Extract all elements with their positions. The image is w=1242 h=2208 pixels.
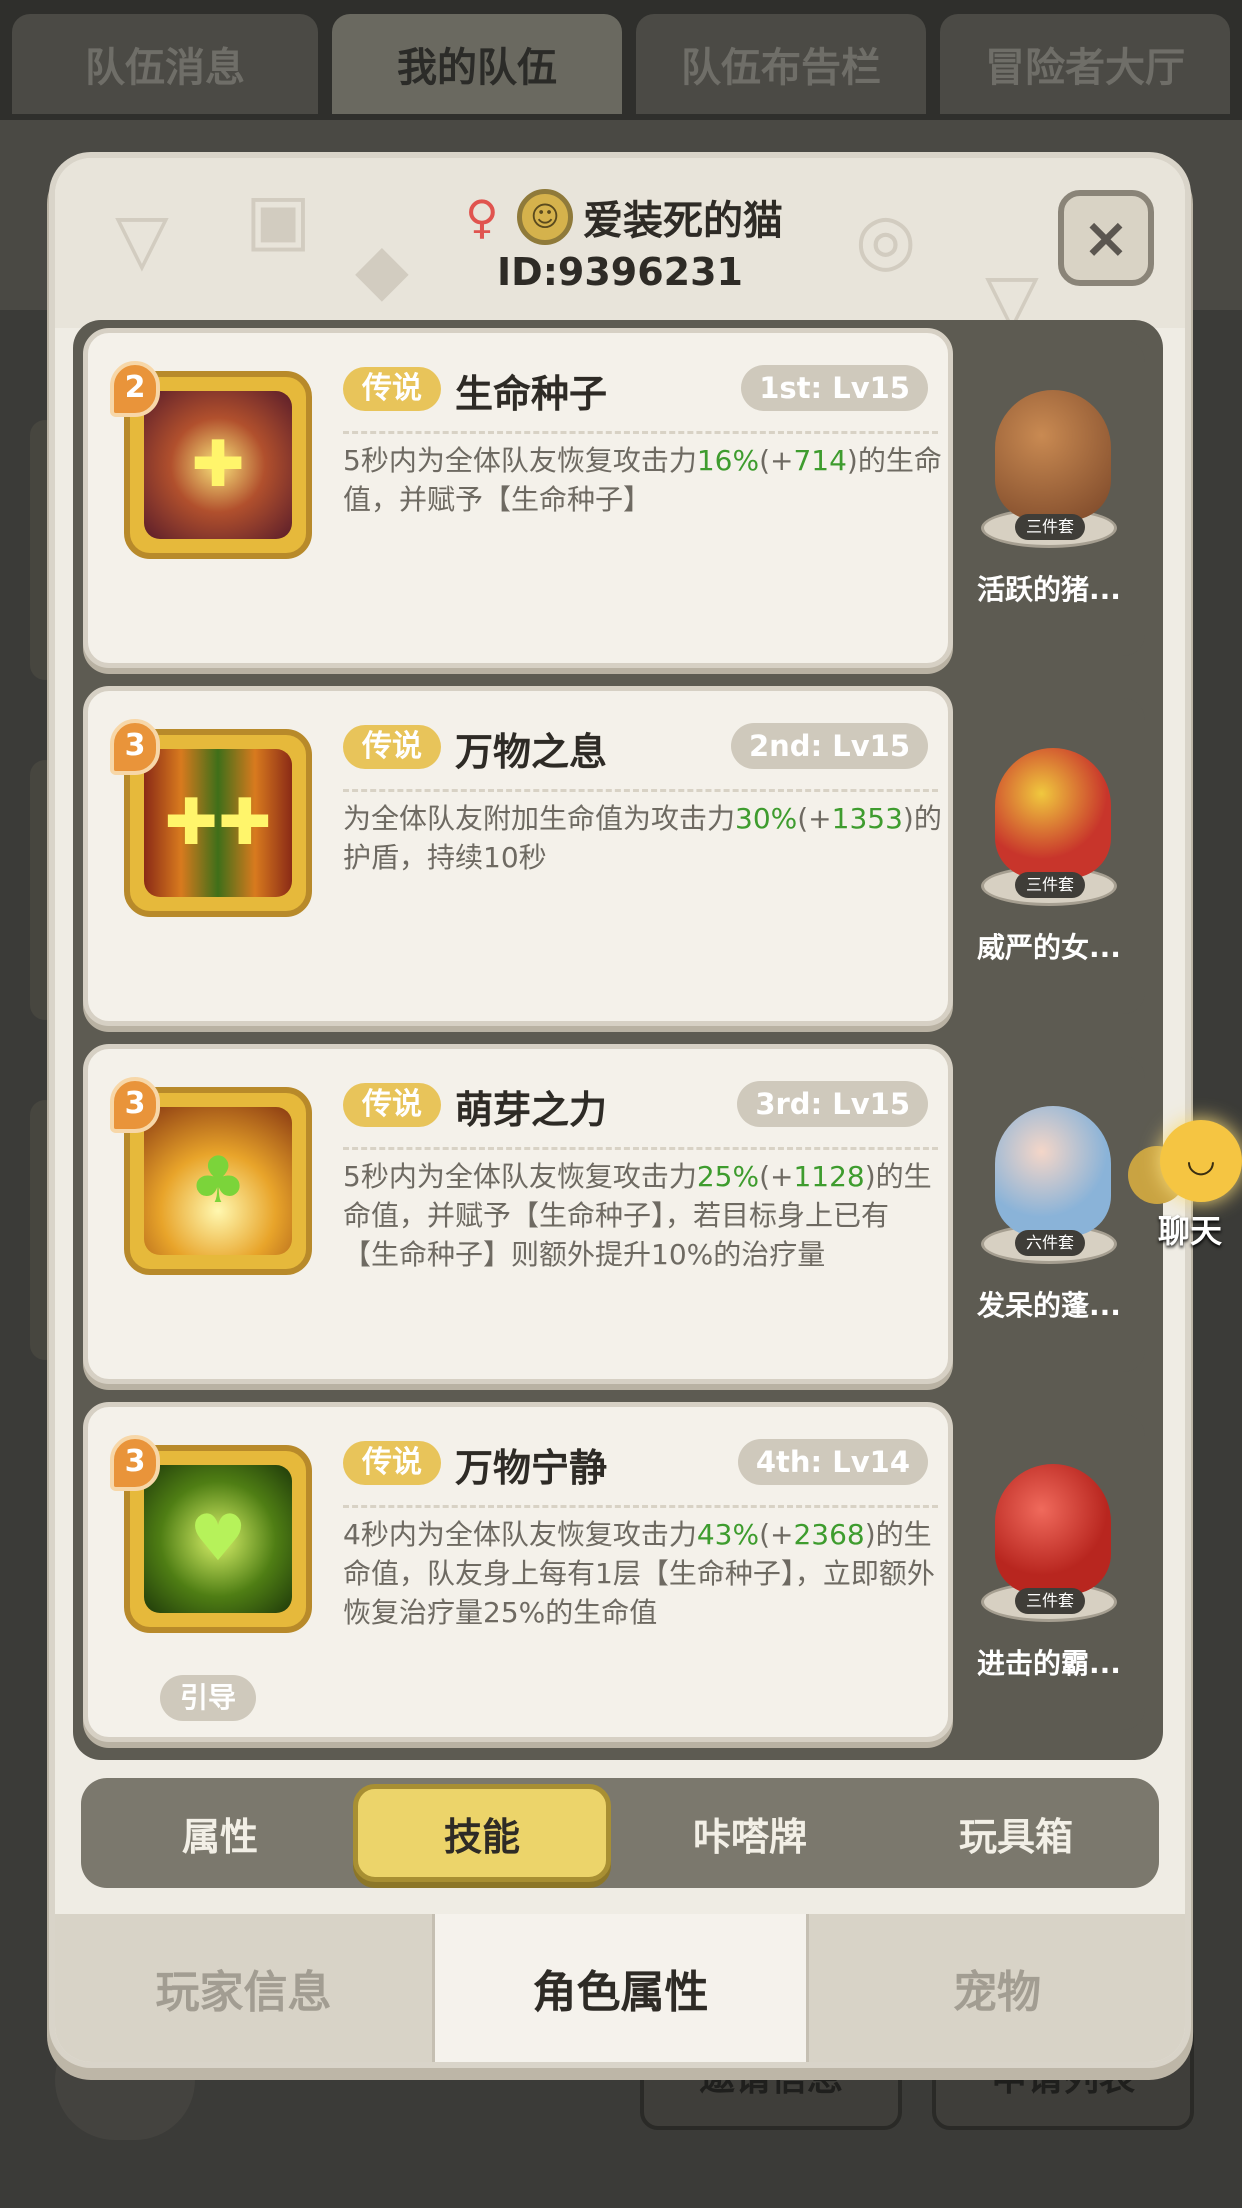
pet-slot[interactable]: 六件套 发呆的蓬... <box>953 1056 1145 1372</box>
skill-row[interactable]: ✚✚ 3 传说 万物之息 2nd: Lv15 为全体队友附加生命值为攻击力30%… <box>83 686 1155 1026</box>
tab-cards[interactable]: 咔嗒牌 <box>621 1784 879 1882</box>
skill-name: 萌芽之力 <box>455 1088 608 1132</box>
tab-player-info[interactable]: 玩家信息 <box>55 1914 435 2062</box>
bg-tab-adventurer-hall: 冒险者大厅 <box>940 14 1230 114</box>
skill-name: 万物之息 <box>455 730 608 774</box>
player-id: ID:9396231 <box>497 250 743 294</box>
player-name: 爱装死的猫 <box>583 198 783 244</box>
set-label: 六件套 <box>1015 1230 1085 1256</box>
bg-tab-team-messages: 队伍消息 <box>12 14 318 114</box>
pet-name: 进击的霸... <box>977 1647 1121 1680</box>
skill-slot-level: 4th: Lv14 <box>737 1439 928 1485</box>
boar-pet-icon <box>995 390 1111 520</box>
tab-skills[interactable]: 技能 <box>353 1784 611 1882</box>
skill-card[interactable]: ✚✚ 3 传说 万物之息 2nd: Lv15 为全体队友附加生命值为攻击力30%… <box>83 686 953 1026</box>
skill-slot-level: 3rd: Lv15 <box>737 1081 928 1127</box>
chat-label: 聊天 <box>1157 1212 1222 1250</box>
life-seed-icon: ✚ <box>144 391 292 539</box>
set-label: 三件套 <box>1015 872 1085 898</box>
skill-level-badge: 3 <box>110 1435 160 1491</box>
rarity-badge: 传说 <box>343 725 441 769</box>
skill-name: 生命种子 <box>455 372 608 416</box>
rarity-badge: 传说 <box>343 1441 441 1485</box>
pet-name: 发呆的蓬... <box>977 1289 1121 1322</box>
skill-level-badge: 3 <box>110 1077 160 1133</box>
skill-description: 为全体队友附加生命值为攻击力30%(+1353)的护盾，持续10秒 <box>343 802 942 874</box>
bg-tab-my-team: 我的队伍 <box>332 14 622 114</box>
player-title-row: ♀ ☺ 爱装死的猫 <box>55 182 1185 252</box>
skill-name: 万物宁静 <box>455 1446 608 1490</box>
female-gender-icon: ♀ <box>465 190 499 244</box>
skill-row[interactable]: ♣ 3 传说 萌芽之力 3rd: Lv15 5秒内为全体队友恢复攻击力25%(+… <box>83 1044 1155 1384</box>
divider <box>343 1147 938 1150</box>
skill-description: 5秒内为全体队友恢复攻击力25%(+1128)的生命值，并赋予【生命种子】，若目… <box>343 1160 932 1271</box>
pet-slot[interactable]: 三件套 进击的霸... <box>953 1414 1145 1730</box>
tranquility-icon: ♥ <box>144 1465 292 1613</box>
sub-tab-bar: 属性 技能 咔嗒牌 玩具箱 <box>81 1778 1159 1888</box>
close-icon: × <box>1082 205 1130 271</box>
dragon-pet-icon <box>995 748 1111 878</box>
skill-list[interactable]: ✚ 2 传说 生命种子 1st: Lv15 5秒内为全体队友恢复攻击力16%(+… <box>73 320 1163 1760</box>
skill-level-badge: 3 <box>110 719 160 775</box>
pet-slot[interactable]: 三件套 活跃的猪... <box>953 340 1145 656</box>
sprout-icon: ♣ <box>144 1107 292 1255</box>
rank-badge-icon: ☺ <box>517 189 573 245</box>
set-label: 三件套 <box>1015 1588 1085 1614</box>
divider <box>343 1505 938 1508</box>
skill-card[interactable]: ♥ 3 传说 万物宁静 4th: Lv14 4秒内为全体队友恢复攻击力43%(+… <box>83 1402 953 1742</box>
skill-description: 5秒内为全体队友恢复攻击力16%(+714)的生命值，并赋予【生命种子】 <box>343 444 942 516</box>
rarity-badge: 传说 <box>343 1083 441 1127</box>
skill-card[interactable]: ✚ 2 传说 生命种子 1st: Lv15 5秒内为全体队友恢复攻击力16%(+… <box>83 328 953 668</box>
skill-row[interactable]: ✚ 2 传说 生命种子 1st: Lv15 5秒内为全体队友恢复攻击力16%(+… <box>83 328 1155 668</box>
background-tabbar: 队伍消息 我的队伍 队伍布告栏 冒险者大厅 <box>0 0 1242 120</box>
skill-level-badge: 2 <box>110 361 160 417</box>
rarity-badge: 传说 <box>343 367 441 411</box>
smiley-chat-icon: ◡ <box>1160 1120 1242 1202</box>
tab-pets[interactable]: 宠物 <box>809 1914 1185 2062</box>
skill-slot-level: 1st: Lv15 <box>741 365 928 411</box>
pet-slot[interactable]: 三件套 威严的女... <box>953 698 1145 1014</box>
pet-name: 活跃的猪... <box>977 573 1121 606</box>
pet-name: 威严的女... <box>977 931 1121 964</box>
skill-slot-level: 2nd: Lv15 <box>730 723 928 769</box>
tab-attributes[interactable]: 属性 <box>91 1784 349 1882</box>
tab-toybox[interactable]: 玩具箱 <box>887 1784 1145 1882</box>
red-dino-pet-icon <box>995 1464 1111 1594</box>
chat-button[interactable]: ◡ 聊天 <box>1120 1120 1242 1250</box>
tab-character-attributes[interactable]: 角色属性 <box>435 1914 809 2062</box>
set-label: 三件套 <box>1015 514 1085 540</box>
close-button[interactable]: × <box>1058 190 1154 286</box>
skill-row[interactable]: ♥ 3 传说 万物宁静 4th: Lv14 4秒内为全体队友恢复攻击力43%(+… <box>83 1402 1155 1742</box>
bg-tab-team-board: 队伍布告栏 <box>636 14 926 114</box>
divider <box>343 431 938 434</box>
skill-description: 4秒内为全体队友恢复攻击力43%(+2368)的生命值，队友身上每有1层【生命种… <box>343 1518 935 1629</box>
divider <box>343 789 938 792</box>
fluffy-pet-icon <box>995 1106 1111 1236</box>
skill-card[interactable]: ♣ 3 传说 萌芽之力 3rd: Lv15 5秒内为全体队友恢复攻击力25%(+… <box>83 1044 953 1384</box>
bottom-tab-bar: 玩家信息 角色属性 宠物 <box>55 1914 1185 2062</box>
guide-button[interactable]: 引导 <box>160 1675 256 1721</box>
breath-of-all-icon: ✚✚ <box>144 749 292 897</box>
player-info-modal: ▽ ▣ ◆ ◎ ▽ ♀ ☺ 爱装死的猫 ID:9396231 × ✚ 2 传说 … <box>55 158 1185 2062</box>
